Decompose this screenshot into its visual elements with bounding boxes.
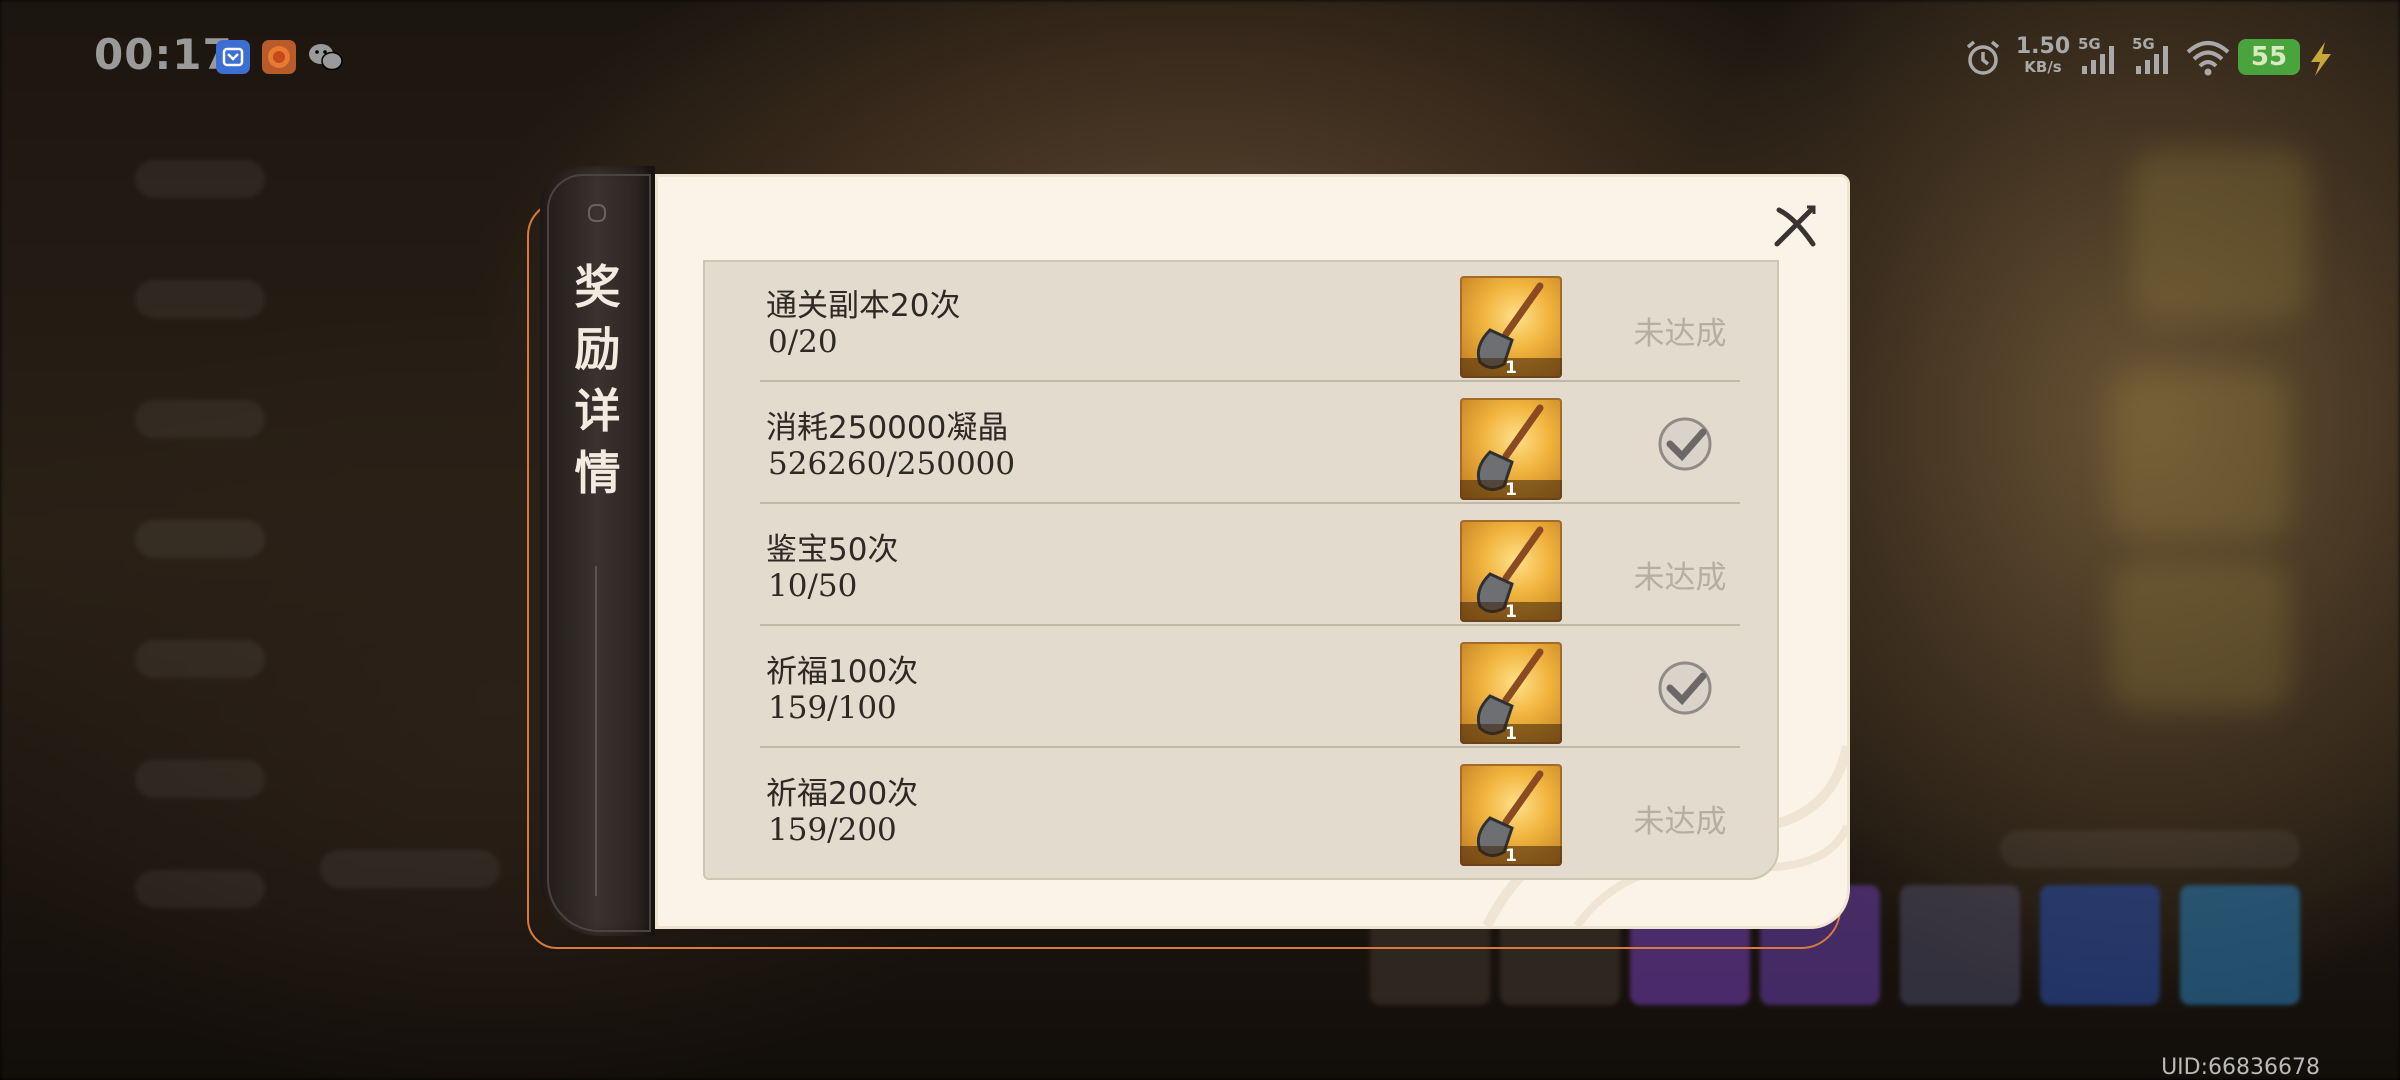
close-icon: [1774, 205, 1816, 247]
cellular-signal-2-icon: 5G: [2132, 36, 2178, 76]
reward-item[interactable]: 1: [1460, 642, 1562, 744]
charging-icon: [2305, 38, 2335, 78]
reward-item[interactable]: 1: [1460, 276, 1562, 378]
task-progress: 0/20: [768, 324, 838, 360]
game-app-icon: [262, 40, 296, 74]
svg-text:5G: 5G: [2132, 36, 2155, 53]
completed-check-icon: [1658, 661, 1712, 715]
task-title: 祈福200次: [766, 776, 919, 812]
wifi-icon: [2185, 38, 2231, 78]
svg-text:5G: 5G: [2078, 36, 2101, 53]
user-id: UID:66836678: [2161, 1055, 2320, 1080]
task-title: 鉴宝50次: [766, 532, 899, 568]
task-progress: 159/100: [768, 690, 897, 726]
reward-count: 1: [1460, 358, 1562, 378]
bluetooth-app-icon: [216, 40, 250, 74]
battery-level: 55: [2238, 39, 2300, 75]
network-speed: 1.50 KB/s: [2015, 34, 2071, 76]
task-progress: 526260/250000: [768, 446, 1016, 482]
completed-check-icon: [1658, 417, 1712, 471]
task-title: 消耗250000凝晶: [766, 410, 1009, 446]
clock-time: 00:17: [94, 30, 233, 79]
status-not-achieved: 未达成: [1633, 804, 1727, 840]
reward-count: 1: [1460, 724, 1562, 744]
wechat-icon: [306, 40, 343, 74]
reward-item[interactable]: 1: [1460, 520, 1562, 622]
list-item: 祈福200次 159/200 1 未达成: [760, 750, 1740, 870]
ornament-icon: [588, 204, 606, 222]
task-title: 祈福100次: [766, 654, 919, 690]
status-not-achieved: 未达成: [1633, 316, 1727, 352]
dialog-title: 奖 励 详 情: [574, 260, 621, 500]
dialog-side-tab: 奖 励 详 情: [540, 166, 655, 936]
reward-count: 1: [1460, 846, 1562, 866]
cellular-signal-1-icon: 5G: [2078, 36, 2124, 76]
reward-count: 1: [1460, 480, 1562, 500]
reward-item[interactable]: 1: [1460, 764, 1562, 866]
reward-details-dialog: 奖 励 详 情 通关副本20次 0/20 1 未达成 消耗250000凝晶 52…: [540, 166, 1850, 936]
task-progress: 10/50: [768, 568, 858, 604]
list-item: 消耗250000凝晶 526260/250000 1: [760, 384, 1740, 504]
status-not-achieved: 未达成: [1633, 560, 1727, 596]
list-item: 通关副本20次 0/20 1 未达成: [760, 262, 1740, 382]
list-item: 祈福100次 159/100 1: [760, 628, 1740, 748]
reward-item[interactable]: 1: [1460, 398, 1562, 500]
list-item: 鉴宝50次 10/50 1 未达成: [760, 506, 1740, 626]
task-progress: 159/200: [768, 812, 897, 848]
alarm-icon: [1963, 38, 2003, 78]
reward-count: 1: [1460, 602, 1562, 622]
task-title: 通关副本20次: [766, 288, 961, 324]
close-button[interactable]: [1767, 198, 1823, 254]
reward-list: 通关副本20次 0/20 1 未达成 消耗250000凝晶 526260/250…: [703, 260, 1779, 880]
status-bar: 00:17 1.50 KB/s 5G 5G 55: [0, 0, 2400, 110]
